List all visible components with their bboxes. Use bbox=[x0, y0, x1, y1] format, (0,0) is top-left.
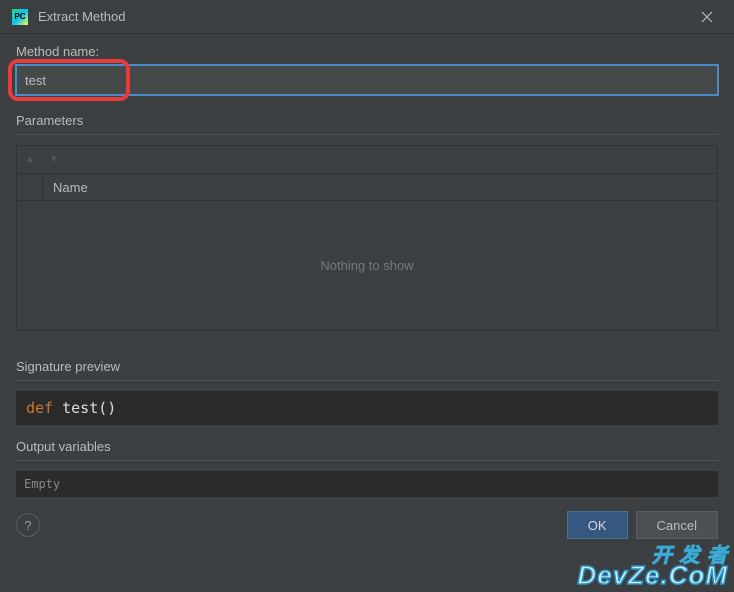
separator bbox=[16, 380, 718, 381]
output-variables-box: Empty bbox=[16, 471, 718, 497]
empty-placeholder: Nothing to show bbox=[320, 258, 413, 273]
separator bbox=[16, 134, 718, 135]
move-up-icon[interactable]: ▲ bbox=[25, 154, 35, 165]
parameters-table-header: Name bbox=[16, 173, 718, 201]
title-bar: PC Extract Method bbox=[0, 0, 734, 34]
signature-preview-label: Signature preview bbox=[16, 359, 718, 374]
function-name: test bbox=[62, 399, 98, 417]
method-name-input[interactable] bbox=[16, 65, 718, 95]
keyword-def: def bbox=[26, 399, 53, 417]
output-variables-value: Empty bbox=[24, 477, 60, 491]
method-name-label: Method name: bbox=[16, 44, 718, 59]
watermark-line2: DevZe.CoM bbox=[577, 560, 728, 590]
cancel-button[interactable]: Cancel bbox=[636, 511, 718, 539]
dialog-footer: ? OK Cancel bbox=[0, 511, 734, 551]
close-button[interactable] bbox=[692, 2, 722, 32]
move-down-icon[interactable]: ▼ bbox=[49, 154, 59, 165]
parameters-label: Parameters bbox=[16, 113, 718, 128]
pycharm-icon: PC bbox=[12, 9, 28, 25]
close-icon bbox=[701, 11, 713, 23]
checkbox-column bbox=[17, 174, 43, 200]
parameters-table-body: Nothing to show bbox=[16, 201, 718, 331]
watermark: 开 发 者 DevZe.CoM bbox=[577, 546, 728, 588]
name-column-header: Name bbox=[43, 180, 98, 195]
help-button[interactable]: ? bbox=[16, 513, 40, 537]
output-variables-label: Output variables bbox=[16, 439, 718, 454]
signature-preview: def test() bbox=[16, 391, 718, 425]
ok-button[interactable]: OK bbox=[567, 511, 628, 539]
window-title: Extract Method bbox=[38, 9, 692, 24]
help-icon: ? bbox=[24, 518, 31, 533]
parentheses: () bbox=[98, 399, 116, 417]
parameters-toolbar: ▲ ▼ bbox=[16, 145, 718, 173]
separator bbox=[16, 460, 718, 461]
